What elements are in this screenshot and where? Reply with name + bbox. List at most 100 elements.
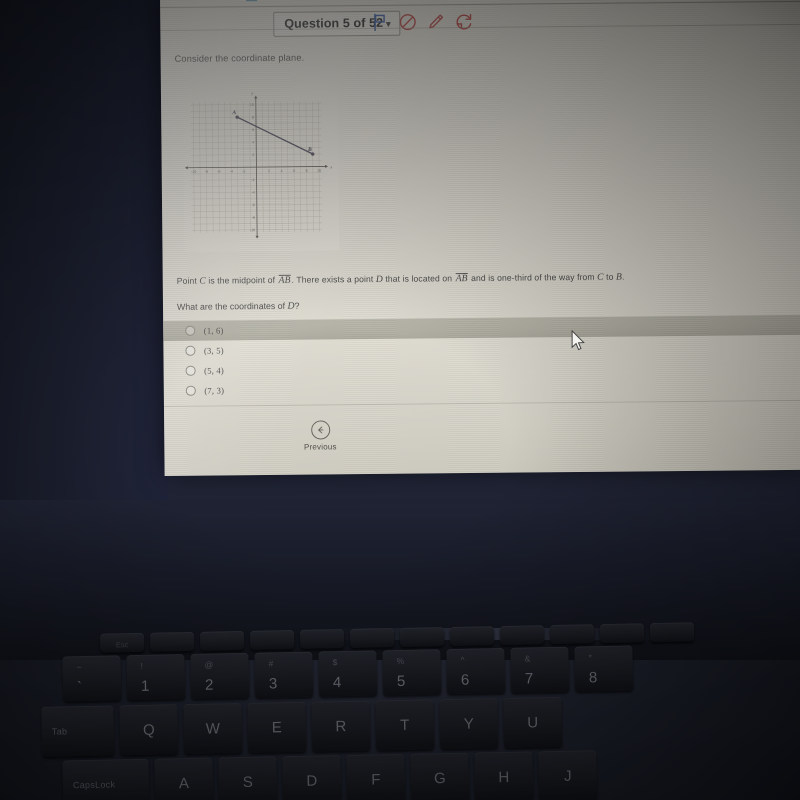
keyboard-key-fn-6[interactable] [399,627,445,647]
keyboard-key-fn-1[interactable] [149,631,195,652]
keyboard-key-7[interactable]: & 7 [510,646,570,693]
stmt-part-5: and is one-third of the way from [471,271,595,284]
keyboard-number-row: ~ `! 1 @2 #3 $4% 5 ^ 6 & 7 * 8 [62,645,634,702]
radio-button[interactable] [185,365,196,376]
keyboard-key-fn-11[interactable] [649,622,695,643]
keyboard-key-w[interactable]: W [183,702,243,755]
key-shift-symbol: $ [332,657,338,668]
keyboard-key-f[interactable]: F [346,753,406,800]
keyboard-key-t[interactable]: T [375,699,435,751]
svg-text:10: 10 [317,169,321,173]
key-shift-symbol: * [588,652,592,663]
reset-icon[interactable] [454,12,473,31]
key-main-label: 4 [332,674,342,692]
svg-text:-6: -6 [217,170,220,174]
keyboard-qwerty-row: Tab Q W E R T Y U [41,696,563,757]
mouse-cursor [571,330,585,351]
stmt-part-2: is the midpoint of [208,274,276,286]
keyboard-key-2[interactable]: @2 [190,652,250,699]
svg-text:-6: -6 [252,203,255,207]
keyboard-key-a[interactable]: A [154,757,214,800]
key-shift-symbol: & [524,653,531,664]
keyboard-key-3[interactable]: #3 [254,651,314,698]
keyboard-key-4[interactable]: $4 [318,650,378,697]
keyboard-home-row: CapsLock A S D F G H J [62,750,598,800]
eliminate-icon[interactable] [398,13,417,32]
previous-button-label: Previous [303,442,337,452]
key-main-label: 6 [460,671,470,689]
radio-button[interactable] [185,345,195,356]
keyboard-key-fn-9[interactable] [549,624,595,645]
key-main-label: 3 [268,675,278,693]
key-shift-symbol: % [396,655,405,667]
keyboard-key-fn-4[interactable] [299,629,345,649]
svg-text:4: 4 [252,140,254,144]
keyboard-key-fn-5[interactable] [349,628,395,648]
tool-icon-group [370,12,473,32]
keyboard-key-fn-10[interactable] [599,623,645,644]
prompt-text: Consider the coordinate plane. [174,52,305,64]
stmt-var-c2: C [597,271,604,283]
key-shift-symbol: ^ [460,654,465,665]
radio-button[interactable] [185,385,196,396]
svg-text:-10: -10 [250,228,255,232]
svg-text:6: 6 [293,169,295,173]
stmt-part-6: to [606,271,614,282]
keyboard-key-u[interactable]: U [503,696,563,748]
footer-divider [163,399,800,407]
key-main-label: 2 [204,676,214,694]
keyboard-key-1[interactable]: ! 1 [126,654,186,701]
keyboard-key-e[interactable]: E [247,701,307,753]
keyboard-key-capslock[interactable]: CapsLock [62,758,150,800]
key-main-label: 1 [140,677,150,695]
stmt-part-3: . There exists a point [291,273,374,285]
keyboard-key-8[interactable]: * 8 [574,645,634,692]
keyboard-key-backtick[interactable]: ~ ` [62,655,122,702]
problem-statement: Point C is the midpoint of AB. There exi… [177,272,625,287]
keyboard-key-y[interactable]: Y [439,698,499,750]
keyboard-key-j[interactable]: J [538,750,598,800]
keyboard-key-h[interactable]: H [474,751,534,800]
svg-text:y: y [250,90,253,95]
previous-button[interactable]: Previous [290,420,350,452]
keyboard-key-q[interactable]: Q [119,704,179,756]
svg-text:8: 8 [252,115,254,119]
svg-text:A: A [231,110,236,116]
svg-text:-4: -4 [252,191,255,195]
keyboard-key-6[interactable]: ^ 6 [446,647,506,695]
key-shift-symbol: ! [140,660,144,671]
svg-text:x: x [329,164,332,169]
highlighter-icon[interactable] [426,12,445,31]
keyboard-key-s[interactable]: S [218,756,278,800]
question-part-1: What are the coordinates of [176,300,286,312]
stmt-part-1: Point [176,275,197,286]
keyboard-key-fn-7[interactable] [449,626,495,646]
keyboard-key-fn-3[interactable] [249,629,295,650]
radio-button[interactable] [185,325,195,336]
segment-ab-1: AB [278,274,291,286]
key-shift-symbol: # [268,658,274,669]
key-main-label: ` [76,679,83,697]
stmt-var-d: D [375,273,383,285]
keyboard-key-g[interactable]: G [410,752,470,800]
keyboard-key-fn-8[interactable] [499,625,545,646]
svg-text:-8: -8 [252,216,255,220]
svg-text:-2: -2 [251,178,254,182]
key-shift-symbol: ~ [76,662,82,673]
arrow-left-glyph [317,426,323,434]
keyboard-key-fn-0[interactable]: Esc [99,632,145,653]
quiz-page: Question 5 of 52 ▾ Consider the coordina… [160,0,800,476]
svg-text:2: 2 [252,153,254,157]
keyboard-key-r[interactable]: R [311,700,371,752]
question-text: What are the coordinates of D? [177,301,300,313]
stmt-period: . [621,271,625,282]
laptop-keyboard: Esc ~ `! 1 @2 #3 $4% 5 ^ 6 & 7 * 8 Tab Q W E R T Y U CapsLo… [0,620,800,800]
svg-text:B: B [307,147,312,153]
keyboard-key-d[interactable]: D [282,755,342,800]
flag-icon[interactable] [370,13,389,32]
answer-choice-label: (7, 3) [204,385,225,396]
coordinate-plane-figure: -10 -8 -6 -4 -2 2 4 6 8 10 10 8 6 4 2 -2 -4 -6 -8 -10 AB x … [182,80,340,253]
keyboard-key-5[interactable]: % 5 [382,649,442,696]
keyboard-key-fn-2[interactable] [199,630,245,651]
keyboard-key-tab[interactable]: Tab [41,705,115,757]
